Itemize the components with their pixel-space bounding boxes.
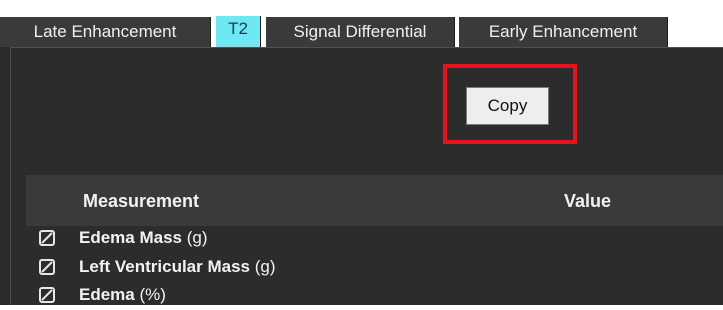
copy-button[interactable]: Copy: [466, 87, 549, 125]
row-checkbox[interactable]: [39, 287, 55, 303]
tab-bar: Late Enhancement T2 Signal Differential …: [0, 0, 723, 47]
row-checkbox[interactable]: [39, 259, 55, 275]
checkmark-icon: [41, 232, 53, 244]
row-checkbox[interactable]: [39, 230, 55, 246]
checkmark-icon: [41, 261, 53, 273]
tab-t2[interactable]: T2: [216, 16, 261, 47]
tab-early-enhancement[interactable]: Early Enhancement: [459, 17, 668, 47]
checkmark-icon: [41, 289, 53, 301]
measurement-table-header: Measurement Value: [26, 175, 723, 226]
column-header-measurement: Measurement: [83, 191, 200, 211]
table-row: Edema (%): [26, 283, 723, 310]
measurement-label: Left Ventricular Mass (g): [79, 257, 276, 276]
t2-analysis-window: Late Enhancement T2 Signal Differential …: [0, 0, 723, 305]
measurement-label: Edema (%): [79, 285, 166, 304]
tab-late-enhancement[interactable]: Late Enhancement: [0, 17, 211, 47]
table-row: Left Ventricular Mass (g): [26, 255, 723, 282]
column-header-value: Value: [564, 191, 612, 211]
measurement-label: Edema Mass (g): [79, 228, 208, 247]
tab-signal-differential[interactable]: Signal Differential: [266, 17, 455, 47]
table-row: Edema Mass (g): [26, 226, 723, 253]
